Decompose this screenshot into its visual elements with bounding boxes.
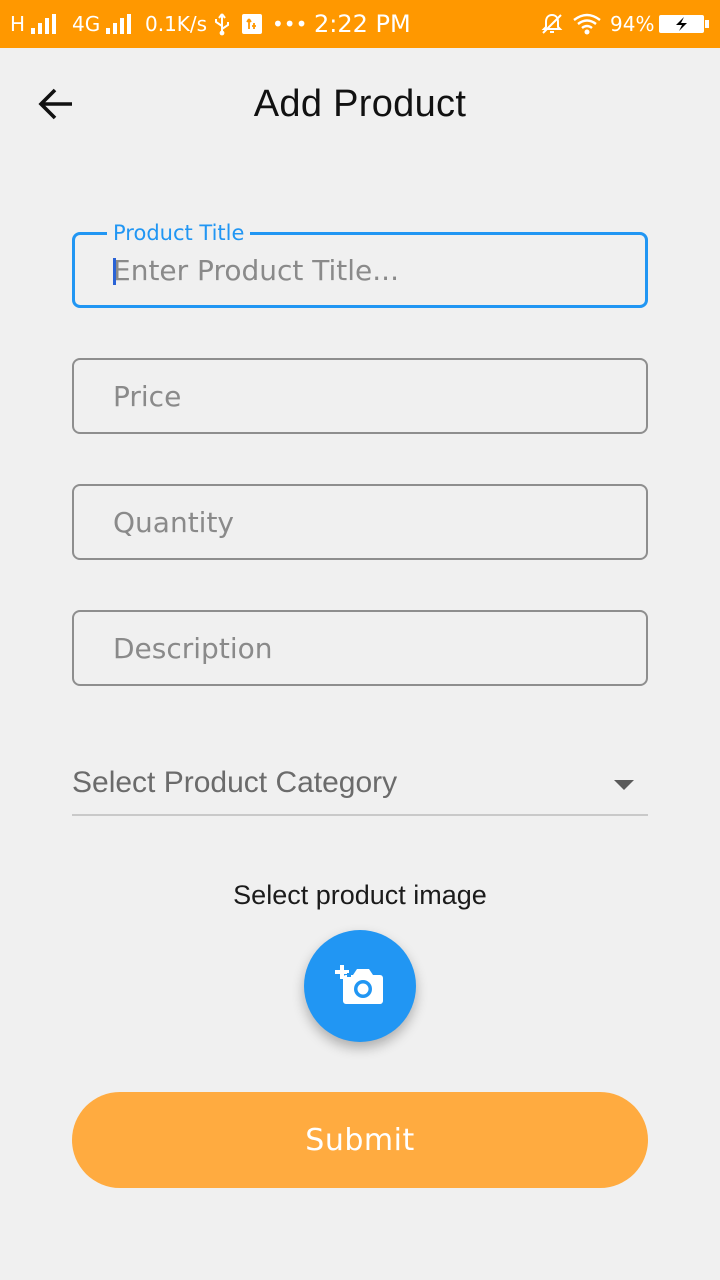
arrow-left-icon: [38, 88, 72, 120]
description-field[interactable]: [72, 610, 648, 686]
usb-debug-icon: [240, 0, 264, 48]
back-button[interactable]: [28, 80, 84, 128]
app-bar: Add Product: [0, 48, 720, 160]
select-image-label: Select product image: [233, 880, 487, 910]
signal-bars-icon: [106, 14, 132, 34]
usb-icon: [213, 0, 231, 48]
network-signal-2: 4G: [72, 0, 132, 48]
data-speed: 0.1K/s: [145, 0, 207, 48]
time-label: 2:22 PM: [314, 10, 411, 38]
category-dropdown[interactable]: Select Product Category: [72, 756, 648, 816]
notifications-off-icon: [540, 0, 564, 48]
add-a-photo-icon: [335, 965, 383, 1004]
product-title-input[interactable]: [113, 235, 613, 305]
signal-bars-icon: [31, 14, 57, 34]
quantity-input[interactable]: [113, 486, 613, 558]
battery-percent-label: 94%: [610, 12, 655, 36]
network-type-label: H: [10, 12, 26, 36]
network-generation-label: 4G: [72, 12, 101, 36]
wifi-icon: [572, 0, 602, 48]
clock: 2:22 PM: [314, 0, 411, 48]
battery-charging-icon: [658, 0, 710, 48]
page-title: Add Product: [253, 82, 467, 125]
network-signal-1: H: [10, 0, 57, 48]
select-image-button[interactable]: [304, 930, 416, 1042]
category-selected-label: Select Product Category: [72, 766, 398, 799]
submit-button[interactable]: Submit: [72, 1092, 648, 1188]
price-field[interactable]: [72, 358, 648, 434]
dropdown-arrow-icon: [614, 780, 634, 790]
submit-label: Submit: [305, 1122, 415, 1158]
text-cursor: [113, 258, 116, 285]
status-bar: H 4G 0.1K/s ••• 2:22 PM 94%: [0, 0, 720, 48]
description-input[interactable]: [113, 612, 613, 684]
battery-level: 94%: [610, 0, 654, 48]
quantity-field[interactable]: [72, 484, 648, 560]
overflow-icon: •••: [272, 12, 308, 36]
product-title-field[interactable]: Product Title: [72, 221, 648, 308]
data-speed-label: 0.1K/s: [145, 12, 208, 36]
price-input[interactable]: [113, 360, 613, 432]
